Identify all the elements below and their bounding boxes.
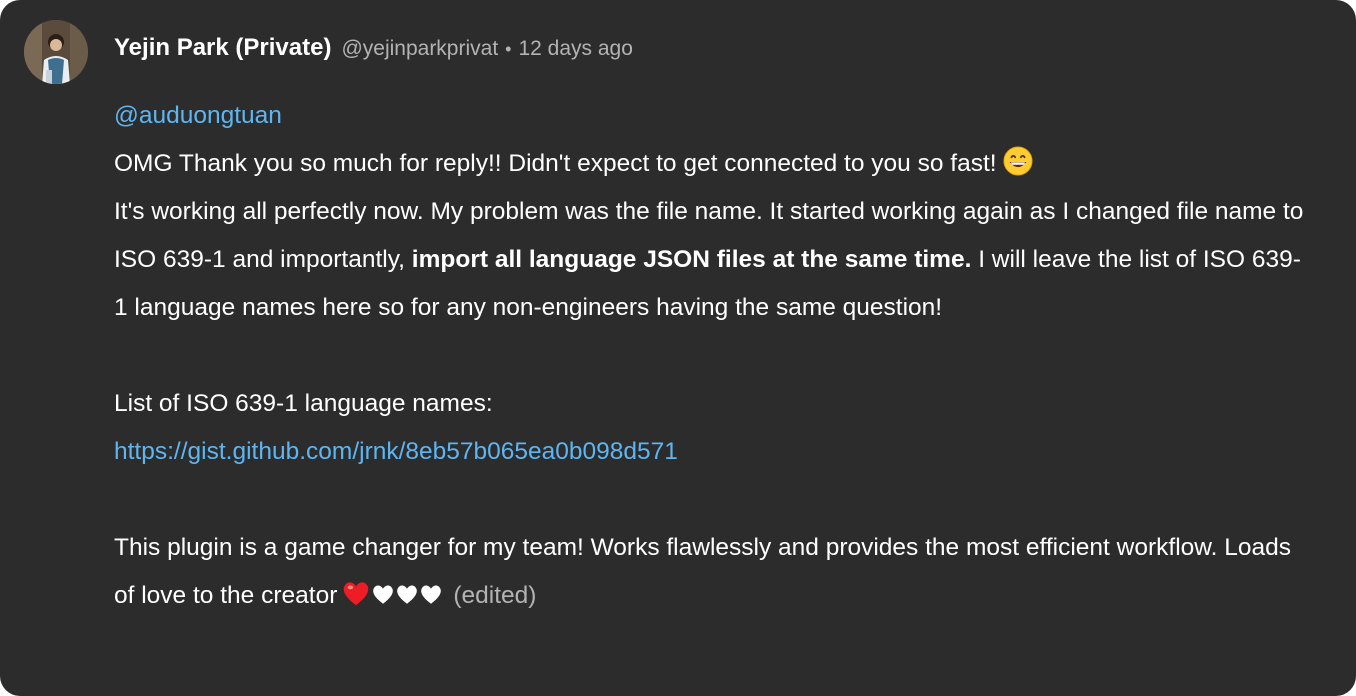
gist-link[interactable]: https://gist.github.com/jrnk/8eb57b065ea…	[114, 438, 678, 465]
red-heart-icon	[344, 581, 369, 605]
timestamp[interactable]: 12 days ago	[518, 37, 632, 61]
comment-header: Yejin Park (Private) @yejinparkprivat • …	[114, 34, 633, 62]
bold-text: import all language JSON files at the sa…	[411, 246, 972, 273]
author-name[interactable]: Yejin Park (Private)	[114, 34, 331, 62]
text-line-1: OMG Thank you so much for reply!! Didn't…	[114, 150, 997, 177]
white-heart-icon	[397, 585, 418, 604]
grinning-face-icon	[1003, 146, 1033, 176]
comment-paragraph-3: This plugin is a game changer for my tea…	[114, 524, 1304, 620]
author-handle[interactable]: @yejinparkprivat	[341, 37, 498, 61]
white-heart-icon	[373, 585, 394, 604]
text-part-c: This plugin is a game changer for my tea…	[114, 534, 1291, 609]
comment-card: Yejin Park (Private) @yejinparkprivat • …	[0, 0, 1356, 696]
avatar-photo	[24, 20, 88, 84]
edited-label: (edited)	[453, 582, 537, 609]
comment-paragraph-1: OMG Thank you so much for reply!! Didn't…	[114, 140, 1304, 332]
user-mention[interactable]: @auduongtuan	[114, 102, 282, 129]
comment-body: @auduongtuan OMG Thank you so much for r…	[114, 92, 1304, 620]
separator-dot: •	[505, 39, 512, 59]
avatar[interactable]	[24, 20, 88, 84]
white-heart-icon	[421, 585, 442, 604]
list-label: List of ISO 639-1 language names:	[114, 390, 493, 417]
